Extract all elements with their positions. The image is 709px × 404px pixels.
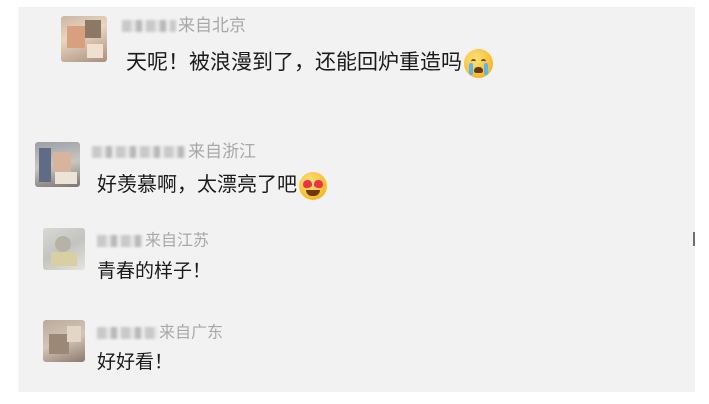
comment-meta: 来自北京 [122, 15, 246, 37]
blurred-username [92, 146, 186, 158]
comment-text-content: 好好看！ [97, 351, 174, 373]
comment-text: 好好看！ [97, 349, 173, 375]
blurred-username [122, 20, 176, 32]
avatar[interactable] [43, 320, 85, 362]
comment-location: 来自广东 [159, 322, 224, 342]
comment-text: 好羡慕啊，太漂亮了吧 [97, 170, 327, 200]
blurred-username [97, 234, 143, 247]
avatar[interactable] [43, 228, 85, 270]
comment-location: 来自北京 [178, 16, 246, 36]
comment-location: 来自浙江 [188, 142, 256, 162]
comment-meta: 来自广东 [97, 322, 223, 342]
comment-location: 来自江苏 [145, 230, 210, 250]
scrollbar-handle[interactable] [693, 232, 695, 246]
comment-text-content: 好羡慕啊，太漂亮了吧 [97, 172, 297, 196]
comment-meta: 来自江苏 [97, 230, 209, 250]
avatar[interactable] [35, 142, 80, 187]
comment-text: 青春的样子！ [97, 258, 211, 284]
blurred-username [97, 326, 157, 339]
comment-text-content: 天呢！被浪漫到了，还能回炉重造吗 [126, 50, 462, 74]
crying-face-emoji [464, 48, 493, 78]
comment-text: 天呢！被浪漫到了，还能回炉重造吗 [126, 47, 493, 78]
heart-eyes-emoji [299, 171, 327, 200]
comment-meta: 来自浙江 [92, 141, 256, 163]
comment-text-content: 青春的样子！ [97, 260, 212, 282]
avatar[interactable] [61, 16, 107, 62]
